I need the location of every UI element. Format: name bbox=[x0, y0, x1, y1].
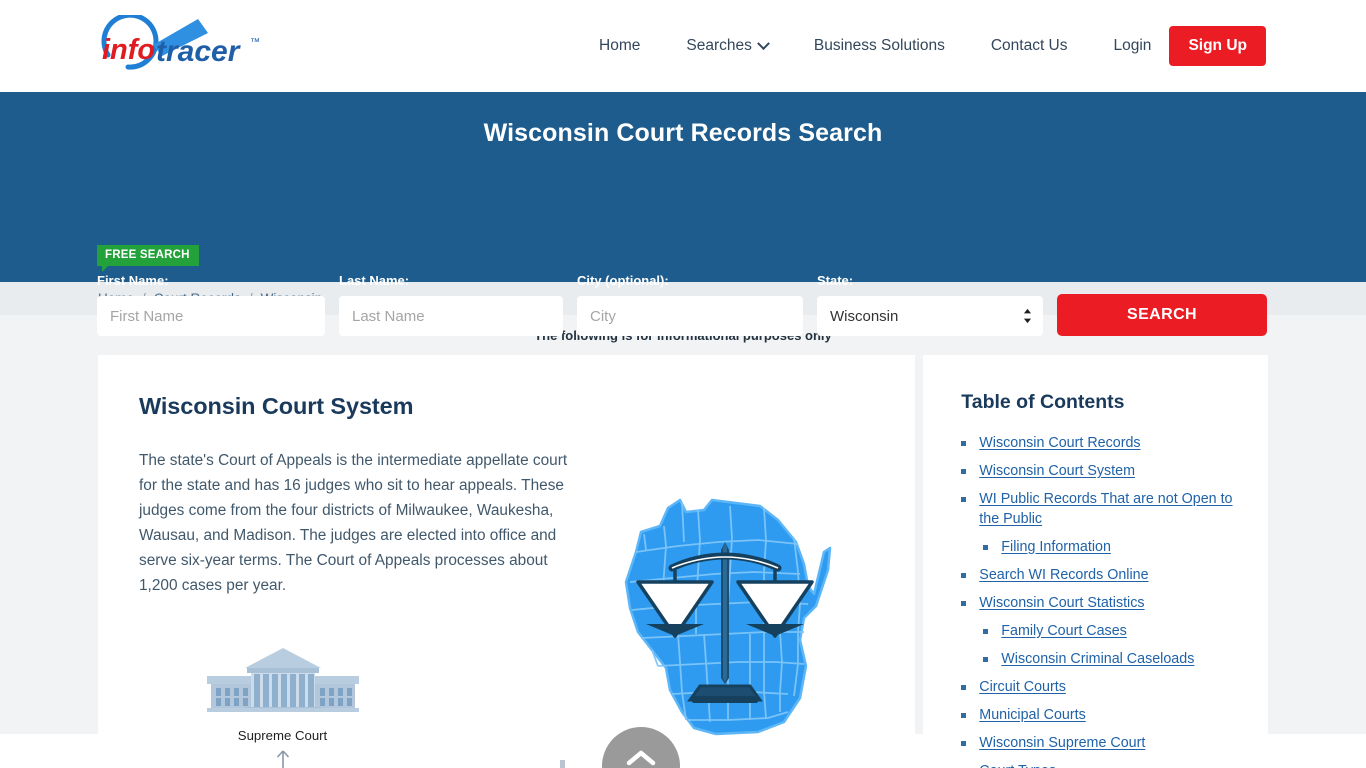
court-records-search-form: First Name: Last Name: City (optional): … bbox=[97, 274, 1267, 336]
nav-business-solutions[interactable]: Business Solutions bbox=[791, 38, 968, 54]
bullet-icon bbox=[983, 544, 989, 550]
bullet-icon bbox=[961, 600, 967, 606]
main-content-card: Wisconsin Court System The state's Court… bbox=[98, 355, 916, 768]
list-item[interactable]: Search WI Records Online bbox=[961, 566, 1244, 586]
court-diagram-label: Supreme Court bbox=[237, 728, 328, 743]
content-illustration-column bbox=[580, 448, 871, 768]
last-name-label: Last Name: bbox=[339, 273, 410, 288]
nav-home[interactable]: Home bbox=[576, 38, 663, 54]
court-hierarchy-diagram: Supreme Court bbox=[180, 646, 385, 768]
state-label: State: bbox=[817, 273, 854, 288]
first-name-field-group: First Name: bbox=[97, 274, 325, 336]
toc-link[interactable]: Wisconsin Court Records bbox=[979, 434, 1140, 454]
list-item[interactable]: Municipal Courts bbox=[961, 706, 1244, 726]
list-item[interactable]: Wisconsin Court Records bbox=[961, 434, 1244, 454]
main-navigation: Home Searches Business Solutions Contact… bbox=[576, 26, 1266, 66]
nav-login-label: Login bbox=[1113, 37, 1152, 55]
nav-searches[interactable]: Searches bbox=[663, 36, 790, 55]
bullet-icon bbox=[961, 684, 967, 690]
list-item[interactable]: Wisconsin Criminal Caseloads bbox=[961, 650, 1244, 670]
toc-title: Table of Contents bbox=[961, 391, 1125, 413]
bullet-icon bbox=[961, 572, 967, 578]
nav-contact-us[interactable]: Contact Us bbox=[968, 38, 1091, 54]
city-input[interactable] bbox=[577, 296, 803, 336]
toc-link[interactable]: Wisconsin Supreme Court bbox=[979, 734, 1145, 754]
toc-link[interactable]: Wisconsin Criminal Caseloads bbox=[1001, 650, 1194, 670]
content-text-column: The state's Court of Appeals is the inte… bbox=[139, 448, 580, 768]
toc-link[interactable]: WI Public Records That are not Open to t… bbox=[979, 490, 1244, 529]
list-item[interactable]: Filing Information bbox=[961, 538, 1244, 558]
bullet-icon bbox=[983, 656, 989, 662]
bullet-icon bbox=[961, 740, 967, 746]
first-name-input[interactable] bbox=[97, 296, 325, 336]
nav-searches-label: Searches bbox=[686, 37, 752, 55]
list-item[interactable]: Circuit Courts bbox=[961, 678, 1244, 698]
nav-login[interactable]: Login bbox=[1091, 38, 1170, 54]
chevron-down-icon bbox=[756, 36, 770, 50]
toc-link[interactable]: Search WI Records Online bbox=[979, 566, 1148, 586]
sign-up-button[interactable]: Sign Up bbox=[1169, 26, 1266, 66]
bullet-icon bbox=[961, 712, 967, 718]
city-label: City (optional): bbox=[577, 273, 669, 288]
bullet-icon bbox=[961, 441, 967, 446]
page-body: The following is for informational purpo… bbox=[0, 315, 1366, 768]
toc-link[interactable]: Municipal Courts bbox=[979, 706, 1085, 726]
diagram-connector-stub bbox=[560, 760, 565, 768]
bullet-icon bbox=[961, 497, 967, 502]
table-of-contents-card: Table of Contents Wisconsin Court Record… bbox=[923, 355, 1268, 768]
hero-search-section: Wisconsin Court Records Search FREE SEAR… bbox=[0, 92, 1366, 336]
search-button[interactable]: SEARCH bbox=[1057, 294, 1267, 336]
list-item[interactable]: Family Court Cases bbox=[961, 622, 1244, 642]
bullet-icon bbox=[961, 469, 967, 474]
svg-text:tracer: tracer bbox=[156, 35, 242, 68]
wisconsin-map-graphic bbox=[625, 498, 832, 736]
toc-link[interactable]: Circuit Courts bbox=[979, 678, 1066, 698]
courthouse-icon bbox=[206, 648, 359, 712]
toc-link[interactable]: Court Types bbox=[979, 762, 1056, 768]
infotracer-logo[interactable]: info tracer ™ bbox=[98, 15, 278, 76]
list-item[interactable]: Wisconsin Supreme Court bbox=[961, 734, 1244, 754]
free-search-badge: FREE SEARCH bbox=[97, 245, 199, 273]
toc-link[interactable]: Wisconsin Court System bbox=[979, 462, 1135, 482]
site-header: info tracer ™ Home Searches Business Sol… bbox=[0, 0, 1366, 92]
list-item[interactable]: WI Public Records That are not Open to t… bbox=[961, 490, 1244, 529]
nav-contact-us-label: Contact Us bbox=[990, 37, 1068, 55]
logo-graphic: info tracer ™ bbox=[101, 15, 260, 70]
list-item[interactable]: Wisconsin Court System bbox=[961, 462, 1244, 482]
list-item[interactable]: Court Types bbox=[961, 762, 1244, 768]
chevron-up-icon bbox=[626, 750, 656, 766]
toc-link[interactable]: Family Court Cases bbox=[1001, 622, 1127, 642]
free-search-badge-wrap: FREE SEARCH bbox=[97, 245, 199, 273]
city-field-group: City (optional): bbox=[577, 274, 803, 336]
toc-link[interactable]: Wisconsin Court Statistics bbox=[979, 594, 1144, 614]
arrow-up-icon bbox=[276, 750, 289, 768]
svg-text:™: ™ bbox=[250, 37, 260, 48]
toc-list: Wisconsin Court Records Wisconsin Court … bbox=[961, 434, 1244, 768]
nav-home-label: Home bbox=[599, 37, 641, 55]
content-paragraph: The state's Court of Appeals is the inte… bbox=[139, 452, 568, 594]
nav-business-solutions-label: Business Solutions bbox=[813, 37, 945, 55]
content-heading: Wisconsin Court System bbox=[139, 393, 414, 419]
last-name-field-group: Last Name: bbox=[339, 274, 563, 336]
last-name-input[interactable] bbox=[339, 296, 563, 336]
content-cards: Wisconsin Court System The state's Court… bbox=[98, 355, 1268, 768]
first-name-label: First Name: bbox=[97, 273, 169, 288]
svg-text:info: info bbox=[102, 34, 155, 66]
list-item[interactable]: Wisconsin Court Statistics bbox=[961, 594, 1244, 614]
state-field-group: State: Wisconsin bbox=[817, 274, 1043, 336]
bullet-icon bbox=[983, 628, 989, 634]
state-select[interactable]: Wisconsin bbox=[817, 296, 1043, 336]
toc-link[interactable]: Filing Information bbox=[1001, 538, 1111, 558]
page-title: Wisconsin Court Records Search bbox=[483, 119, 883, 147]
